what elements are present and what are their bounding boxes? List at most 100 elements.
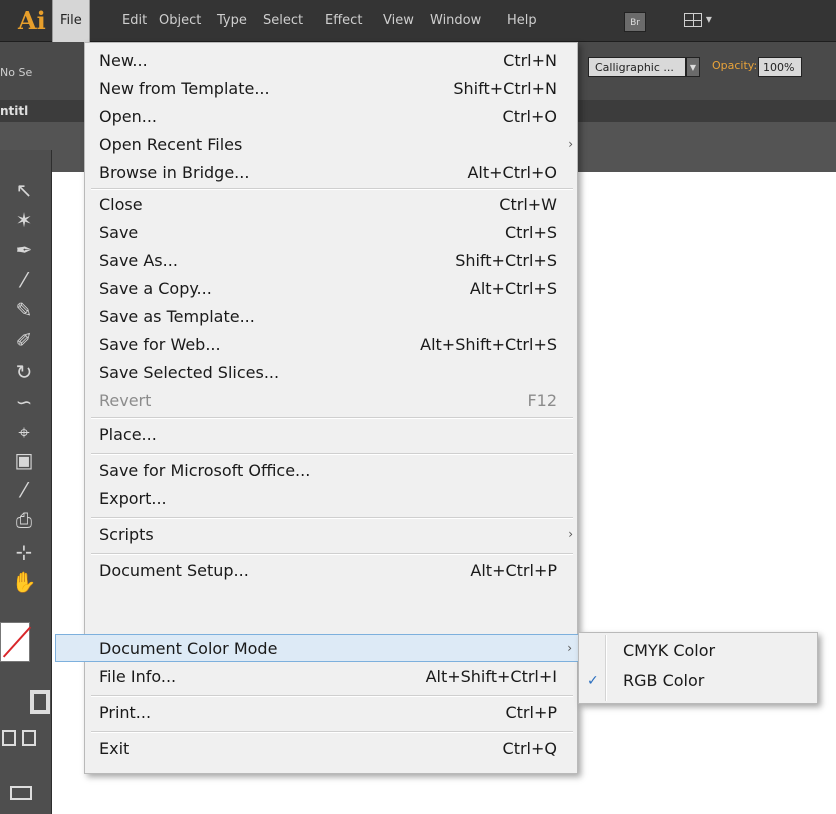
selection-status: No Se — [0, 66, 33, 79]
brush-definition-select[interactable]: Calligraphic ... — [588, 57, 686, 77]
menu-item-label: Open Recent Files — [99, 135, 243, 154]
menu-item-label: Browse in Bridge... — [99, 163, 250, 182]
menu-file[interactable]: File — [52, 0, 90, 42]
draw-behind-icon[interactable] — [22, 730, 36, 746]
menu-item-label: Close — [99, 195, 143, 214]
workspace-switcher-button[interactable]: ▾ — [684, 12, 716, 32]
line-tool-icon[interactable]: ⁄ — [4, 266, 44, 294]
menu-item-shortcut: Alt+Ctrl+O — [467, 163, 557, 182]
menu-view[interactable]: View — [383, 0, 414, 42]
menu-item-save-for-microsoft-office[interactable]: Save for Microsoft Office... — [85, 457, 579, 485]
illustrator-logo: Ai — [18, 6, 46, 35]
submenu-item-rgb-color[interactable]: ✓ RGB Color — [579, 667, 817, 695]
menu-item-shortcut: Ctrl+P — [505, 703, 557, 722]
menu-item-label: New from Template... — [99, 79, 270, 98]
menu-item-exit[interactable]: Exit Ctrl+Q — [85, 735, 579, 763]
bridge-button[interactable]: Br — [624, 12, 646, 32]
eyedropper-tool-icon[interactable]: ⁄ — [4, 476, 44, 504]
menu-item-label: Save Selected Slices... — [99, 363, 280, 382]
document-color-mode-submenu: CMYK Color ✓ RGB Color — [578, 632, 818, 704]
menu-separator — [91, 188, 573, 190]
menu-help[interactable]: Help — [507, 0, 537, 42]
shape-builder-tool-icon[interactable]: ▣ — [4, 446, 44, 474]
screen-mode-icon[interactable] — [10, 786, 32, 800]
submenu-arrow-icon: › — [568, 137, 573, 151]
menu-item-save-for-web[interactable]: Save for Web... Alt+Shift+Ctrl+S — [85, 331, 579, 359]
menu-item-document-setup[interactable]: Document Setup... Alt+Ctrl+P — [85, 557, 579, 585]
menu-item-label: Print... — [99, 703, 152, 722]
menu-item-label: Scripts — [99, 525, 154, 544]
menu-item-revert: Revert F12 — [85, 387, 579, 415]
menu-item-new-from-template[interactable]: New from Template... Shift+Ctrl+N — [85, 75, 579, 103]
menu-item-save[interactable]: Save Ctrl+S — [85, 219, 579, 247]
menu-item-label: Save As... — [99, 251, 178, 270]
artboard-tool-icon[interactable]: ⊹ — [4, 538, 44, 566]
menu-item-close[interactable]: Close Ctrl+W — [85, 191, 579, 219]
pen-tool-icon[interactable]: ✒ — [4, 236, 44, 264]
menu-item-label: Open... — [99, 107, 157, 126]
menu-item-save-a-copy[interactable]: Save a Copy... Alt+Ctrl+S — [85, 275, 579, 303]
menu-separator — [91, 553, 573, 555]
menu-item-shortcut: Ctrl+O — [502, 107, 557, 126]
checkmark-icon: ✓ — [587, 673, 599, 689]
submenu-arrow-icon: › — [568, 527, 573, 541]
menu-object[interactable]: Object — [159, 0, 201, 42]
draw-normal-icon[interactable] — [2, 730, 16, 746]
menu-item-label: Document Setup... — [99, 561, 249, 580]
submenu-item-cmyk-color[interactable]: CMYK Color — [579, 637, 817, 665]
menu-item-scripts[interactable]: Scripts › — [85, 521, 579, 549]
menu-item-browse-in-bridge[interactable]: Browse in Bridge... Alt+Ctrl+O — [85, 159, 579, 187]
menu-item-label: Document Color Mode — [99, 639, 278, 658]
menu-separator — [91, 453, 573, 455]
submenu-item-label: CMYK Color — [623, 641, 716, 660]
selection-tool-icon[interactable]: ↖ — [4, 176, 44, 204]
paintbrush-tool-icon[interactable]: ✎ — [4, 296, 44, 324]
menu-item-label: Export... — [99, 489, 167, 508]
hand-tool-icon[interactable]: ✋ — [4, 568, 44, 596]
file-menu-dropdown: New... Ctrl+N New from Template... Shift… — [55, 42, 579, 774]
menu-select[interactable]: Select — [263, 0, 303, 42]
brush-dropdown-arrow-icon[interactable]: ▼ — [686, 57, 700, 77]
menu-window[interactable]: Window — [430, 0, 481, 42]
menu-separator — [91, 731, 573, 733]
menu-item-label: Save for Microsoft Office... — [99, 461, 311, 480]
menu-item-shortcut: Alt+Shift+Ctrl+I — [425, 667, 557, 686]
opacity-label[interactable]: Opacity: — [712, 59, 757, 72]
blob-brush-tool-icon[interactable]: ✐ — [4, 326, 44, 354]
rotate-tool-icon[interactable]: ↻ — [4, 358, 44, 386]
menu-item-shortcut: Ctrl+N — [503, 51, 557, 70]
menu-item-open[interactable]: Open... Ctrl+O — [85, 103, 579, 131]
menu-separator — [91, 517, 573, 519]
dropdown-arrow-icon: ▾ — [705, 12, 712, 26]
menu-item-open-recent-files[interactable]: Open Recent Files › — [85, 131, 579, 159]
menu-item-print[interactable]: Print... Ctrl+P — [85, 699, 579, 727]
layout-grid-icon — [684, 12, 702, 27]
menu-item-place[interactable]: Place... — [85, 421, 579, 449]
menu-effect[interactable]: Effect — [325, 0, 362, 42]
symbol-sprayer-tool-icon[interactable]: ⎙ — [4, 506, 44, 534]
magic-wand-tool-icon[interactable]: ✶ — [4, 206, 44, 234]
menu-item-shortcut: F12 — [527, 391, 557, 410]
free-transform-tool-icon[interactable]: ⌖ — [4, 418, 44, 446]
menu-type[interactable]: Type — [217, 0, 247, 42]
menu-item-save-as-template[interactable]: Save as Template... — [85, 303, 579, 331]
opacity-input[interactable]: 100% — [758, 57, 802, 77]
menu-item-save-as[interactable]: Save As... Shift+Ctrl+S — [85, 247, 579, 275]
menu-item-file-info[interactable]: File Info... Alt+Shift+Ctrl+I — [85, 663, 579, 691]
menu-item-label: Save as Template... — [99, 307, 255, 326]
menu-item-shortcut: Shift+Ctrl+S — [455, 251, 557, 270]
document-tab[interactable]: ntitl — [0, 100, 28, 122]
menu-item-save-selected-slices[interactable]: Save Selected Slices... — [85, 359, 579, 387]
menu-item-label: Save — [99, 223, 139, 242]
menu-item-export[interactable]: Export... — [85, 485, 579, 513]
menu-item-label: Exit — [99, 739, 130, 758]
tools-panel: ↖ ✶ ✒ ⁄ ✎ ✐ ↻ ∽ ⌖ ▣ ⁄ ⎙ ⊹ ✋ — [0, 150, 52, 814]
warp-tool-icon[interactable]: ∽ — [4, 388, 44, 416]
submenu-item-label: RGB Color — [623, 671, 705, 690]
menu-edit[interactable]: Edit — [122, 0, 147, 42]
stroke-color-swatch[interactable] — [30, 690, 50, 714]
menu-item-new[interactable]: New... Ctrl+N — [85, 47, 579, 75]
menu-item-document-color-mode[interactable]: Document Color Mode › — [55, 634, 579, 662]
menu-item-shortcut: Ctrl+Q — [502, 739, 557, 758]
fill-color-swatch[interactable] — [0, 622, 30, 662]
